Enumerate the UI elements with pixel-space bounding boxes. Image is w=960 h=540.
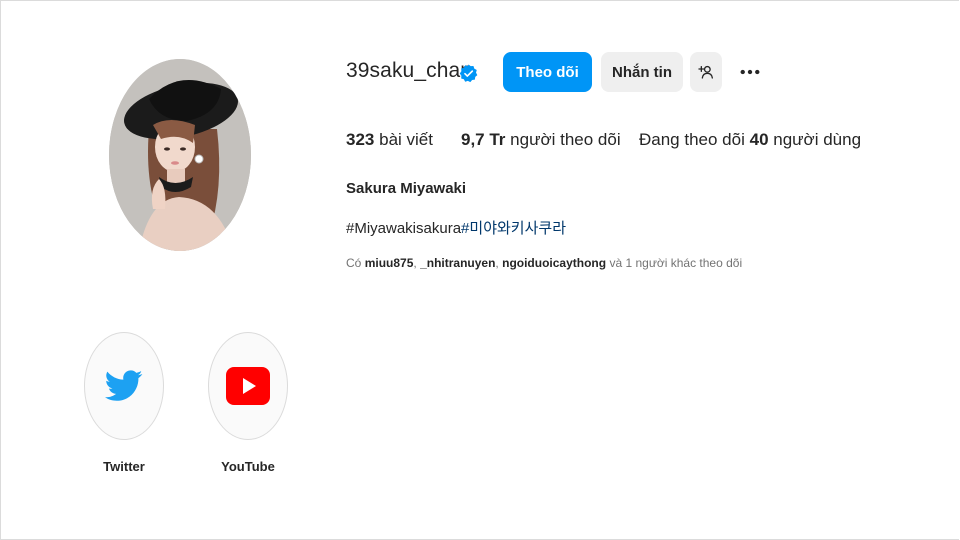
highlight-youtube[interactable]: YouTube — [208, 332, 288, 474]
profile-username: 39saku_chan — [346, 59, 473, 82]
highlight-twitter[interactable]: Twitter — [84, 332, 164, 474]
twitter-icon — [105, 370, 143, 401]
youtube-icon — [226, 367, 270, 405]
bio-hashtag-latin[interactable]: #Miyawakisakura — [346, 220, 461, 237]
followers-label: người theo dõi — [510, 130, 621, 149]
followed-by-user[interactable]: ngoiduoicaythong — [502, 256, 606, 270]
more-options-button[interactable] — [734, 52, 766, 92]
followed-by-separator: , — [495, 256, 499, 270]
highlight-cover[interactable] — [208, 332, 288, 440]
following-prefix: Đang theo dõi — [639, 130, 745, 149]
highlight-label: YouTube — [221, 459, 275, 474]
suggest-users-button[interactable] — [690, 52, 722, 92]
followed-by-user[interactable]: miuu875 — [365, 256, 414, 270]
followed-by-prefix: Có — [346, 256, 362, 270]
profile-page: 39saku_chan Theo dõi Nhắn tin 323 bài vi… — [0, 0, 959, 540]
more-dots-icon — [740, 69, 760, 75]
profile-bio: #Miyawakisakura#미야와키사쿠라 — [346, 217, 566, 238]
verified-badge-icon — [459, 64, 478, 83]
highlight-cover[interactable] — [84, 332, 164, 440]
highlight-label: Twitter — [103, 459, 145, 474]
profile-full-name: Sakura Miyawaki — [346, 180, 467, 197]
followed-by-separator: , — [413, 256, 417, 270]
followers-count: 9,7 Tr — [461, 130, 506, 149]
profile-avatar[interactable] — [109, 59, 251, 251]
following-count: 40 — [749, 130, 769, 149]
posts-count: 323 — [346, 130, 375, 149]
posts-label: bài viết — [379, 130, 433, 149]
follow-button[interactable]: Theo dõi — [503, 52, 592, 92]
posts-stat: 323 bài viết — [346, 130, 433, 150]
bio-hashtag-korean[interactable]: #미야와키사쿠라 — [461, 220, 566, 237]
followed-by-text[interactable]: Có miuu875, _nhitranuyen, ngoiduoicaytho… — [346, 256, 742, 270]
following-label: người dùng — [773, 130, 862, 149]
followed-by-user[interactable]: _nhitranuyen — [420, 256, 495, 270]
following-stat[interactable]: Đang theo dõi 40 người dùng — [639, 130, 861, 150]
followers-stat[interactable]: 9,7 Tr người theo dõi — [461, 130, 621, 150]
avatar-photo — [109, 59, 251, 251]
add-user-icon — [698, 65, 713, 79]
followed-by-suffix: và 1 người khác theo dõi — [609, 256, 743, 270]
message-button[interactable]: Nhắn tin — [601, 52, 683, 92]
